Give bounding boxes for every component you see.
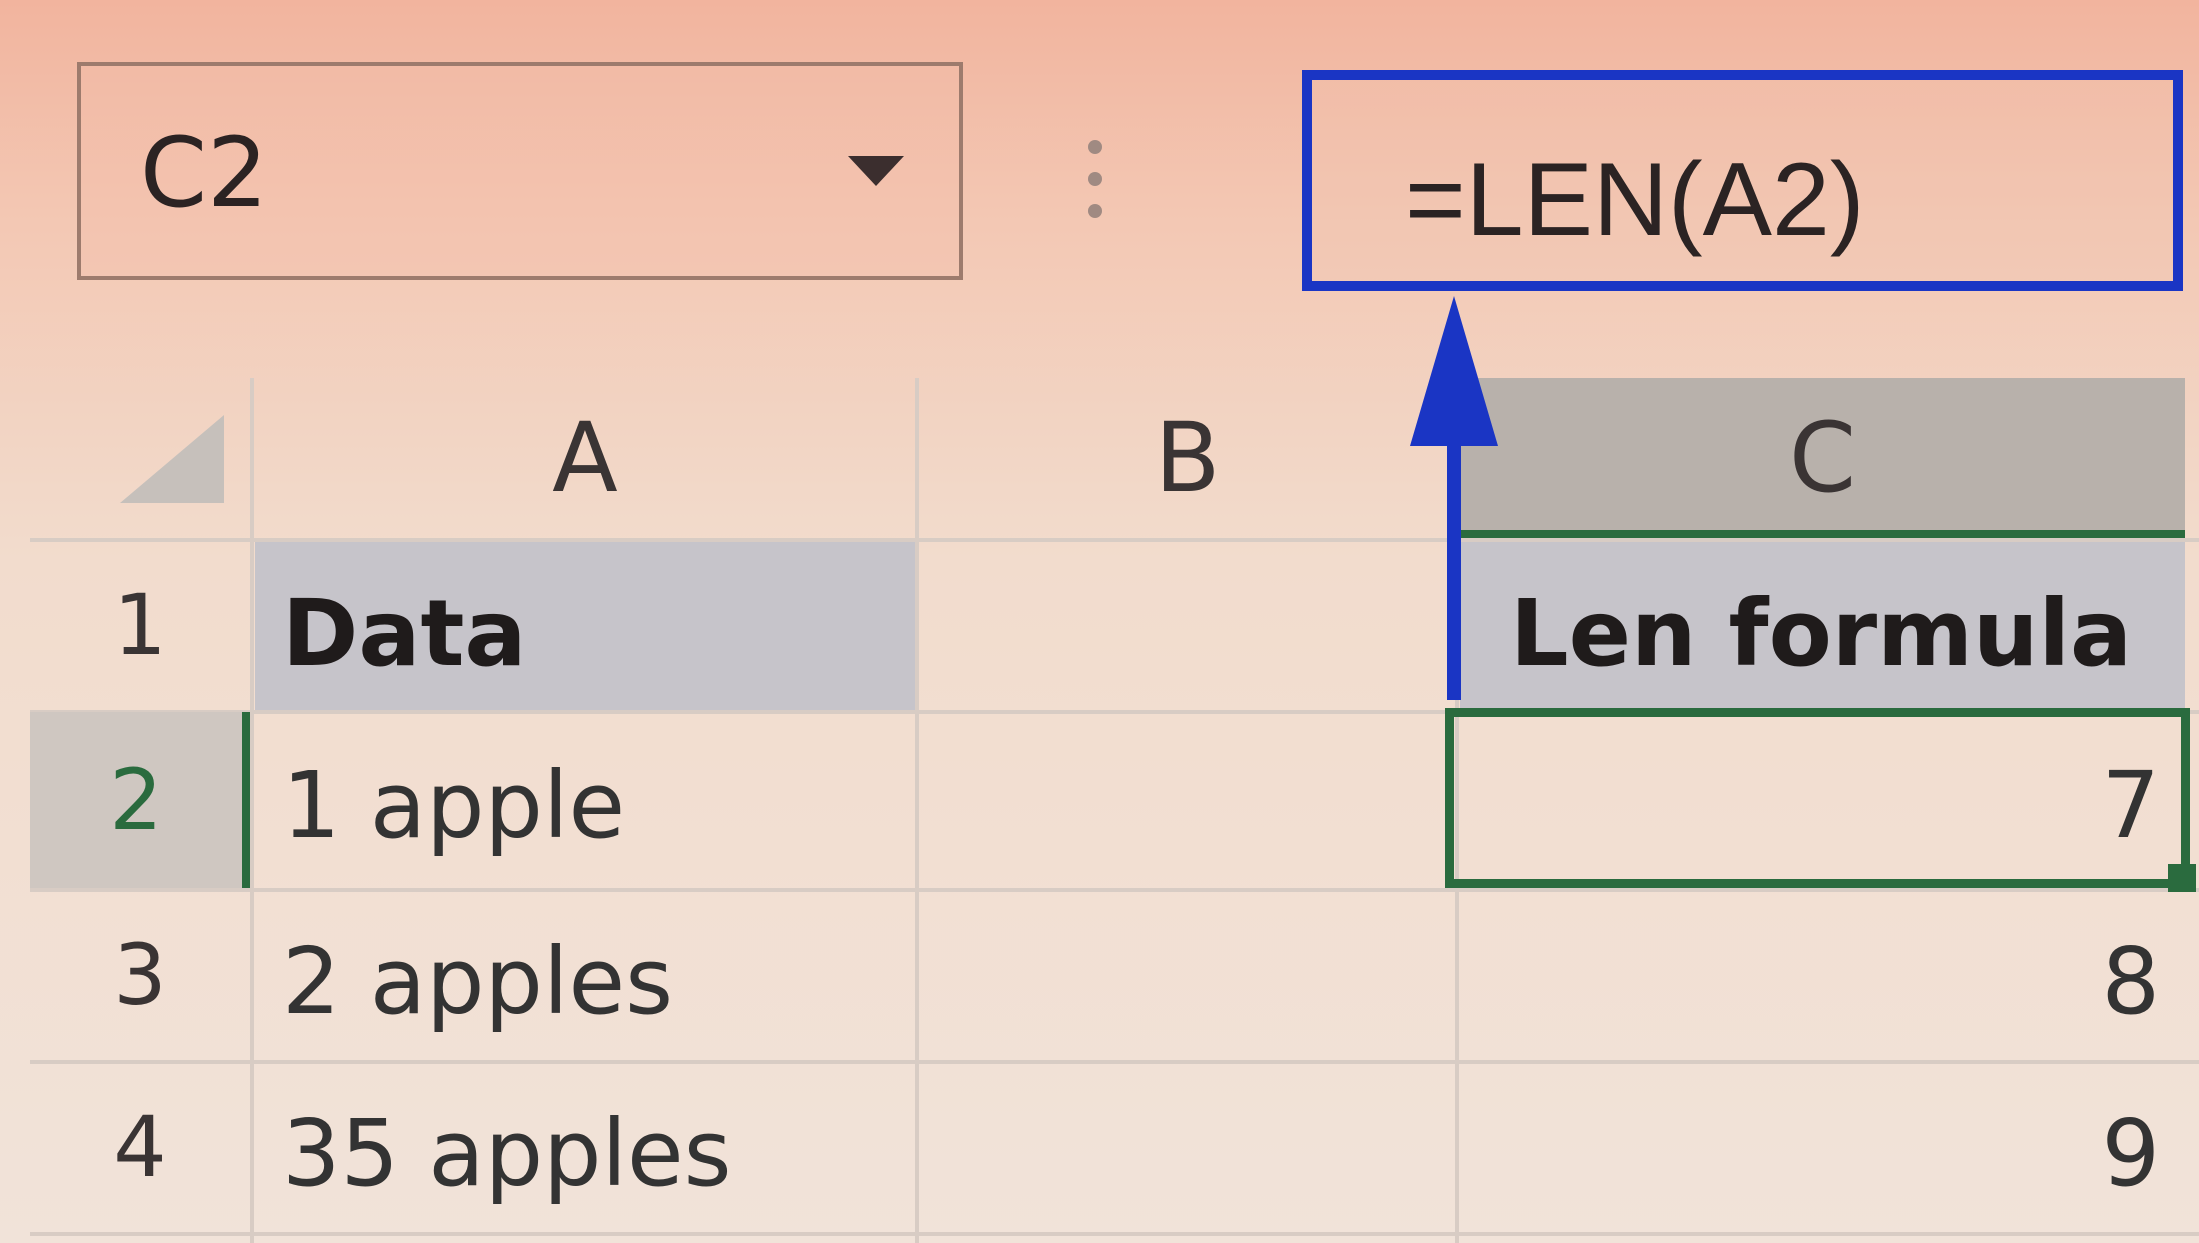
name-box-value: C2 <box>140 117 269 229</box>
grid-line <box>915 378 919 1243</box>
grid-line <box>30 1060 2199 1064</box>
cell-a3[interactable]: 2 apples <box>282 928 673 1035</box>
active-cell-border <box>1445 708 2190 888</box>
select-all-button[interactable] <box>120 415 224 503</box>
cell-c4[interactable]: 9 <box>1460 1100 2160 1207</box>
row-header-2[interactable]: 2 <box>30 712 250 888</box>
cell-a2[interactable]: 1 apple <box>282 752 625 859</box>
row-header-1[interactable]: 1 <box>30 540 250 710</box>
column-header-b[interactable]: B <box>920 378 1455 538</box>
cell-a1[interactable]: Data <box>282 580 527 687</box>
chevron-down-icon[interactable] <box>848 156 904 186</box>
grid-line <box>30 538 2199 542</box>
cell-c1[interactable]: Len formula <box>1510 580 2132 687</box>
cell-c3[interactable]: 8 <box>1460 928 2160 1035</box>
grid-line <box>250 378 254 1243</box>
arrow-up-icon <box>1410 296 1498 446</box>
cell-a4[interactable]: 35 apples <box>282 1100 732 1207</box>
formula-text: =LEN(A2) <box>1405 142 1865 258</box>
row-header-4[interactable]: 4 <box>30 1062 250 1232</box>
row-header-3[interactable]: 3 <box>30 890 250 1060</box>
grid-line <box>30 888 2199 892</box>
column-header-c[interactable]: C <box>1460 378 2185 538</box>
grid-line <box>30 1232 2199 1236</box>
fill-handle[interactable] <box>2168 864 2196 892</box>
column-header-a[interactable]: A <box>255 378 915 538</box>
